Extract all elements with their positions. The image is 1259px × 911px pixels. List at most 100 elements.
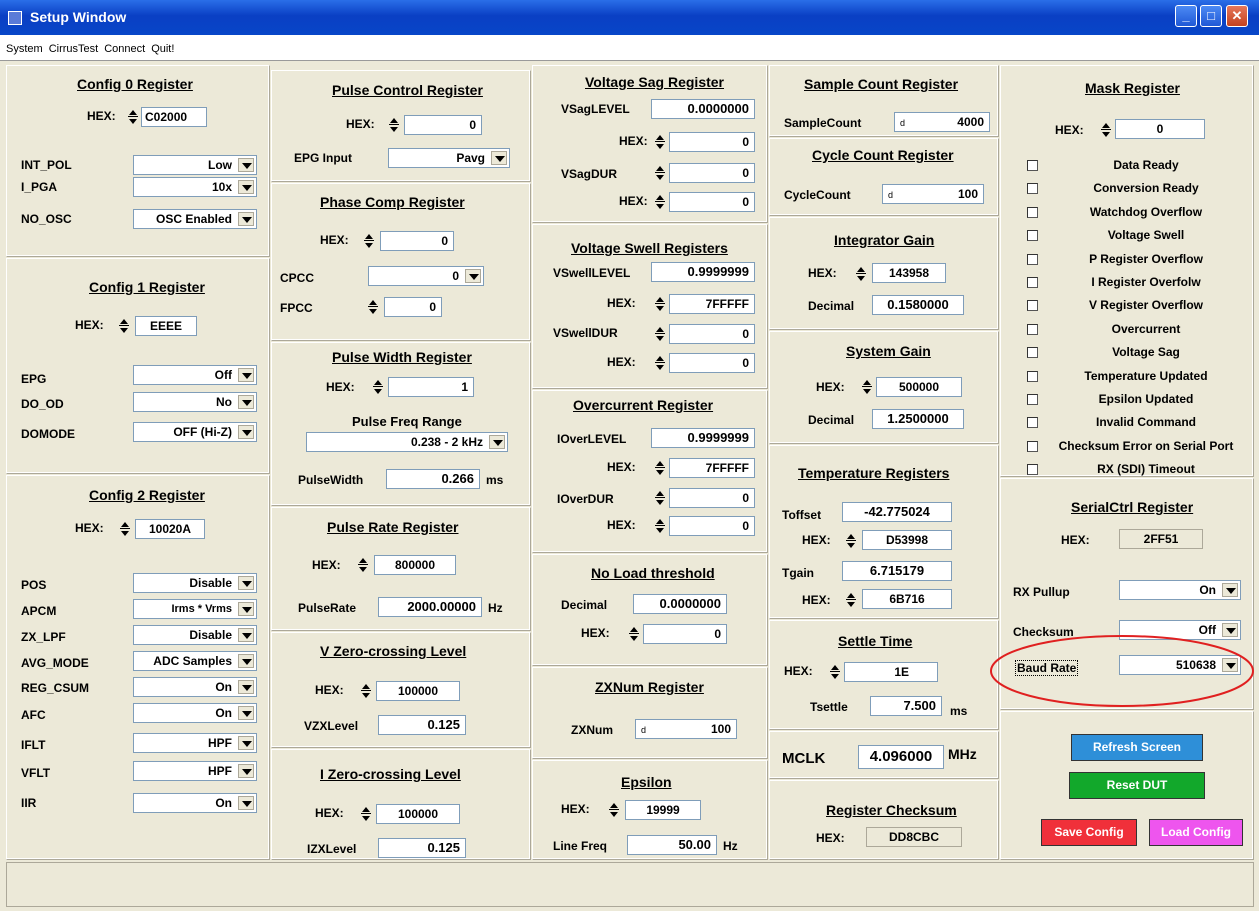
vswell-hex2-spinner[interactable] [655, 354, 666, 372]
epsilon-hex-field[interactable]: 19999 [625, 800, 701, 820]
vzero-hex-field[interactable]: 100000 [376, 681, 460, 701]
maximize-button[interactable]: □ [1200, 5, 1222, 27]
phase-comp-hex-spinner[interactable] [364, 232, 375, 250]
epg-dropdown[interactable]: Off [133, 365, 257, 385]
pulse-rate-field[interactable]: 2000.00000 [378, 597, 482, 617]
cycle-count-field[interactable]: d 100 [882, 184, 984, 204]
zxnum-field[interactable]: d 100 [635, 719, 737, 739]
integrator-decimal-field[interactable]: 0.1580000 [872, 295, 964, 315]
mask-checkbox[interactable] [1027, 230, 1038, 242]
mask-checkbox[interactable] [1027, 347, 1038, 359]
tgain-field[interactable]: 6.715179 [842, 561, 952, 581]
mask-checkbox[interactable] [1027, 160, 1038, 171]
i-pga-dropdown[interactable]: 10x [133, 177, 257, 197]
epg-input-dropdown[interactable]: Pavg [388, 148, 510, 168]
iover-hex2-field[interactable]: 0 [669, 516, 755, 536]
temp-hex1-field[interactable]: D53998 [862, 530, 952, 550]
refresh-screen-button[interactable]: Refresh Screen [1071, 734, 1203, 761]
temp-hex2-field[interactable]: 6B716 [862, 589, 952, 609]
izero-hex-field[interactable]: 100000 [376, 804, 460, 824]
pulse-control-hex-field[interactable]: 0 [404, 115, 482, 135]
pulse-rate-hex-spinner[interactable] [358, 556, 369, 574]
vsag-hex1-spinner[interactable] [655, 133, 666, 151]
pulse-width-field[interactable]: 0.266 [386, 469, 480, 489]
vflt-dropdown[interactable]: HPF [133, 761, 257, 781]
iflt-dropdown[interactable]: HPF [133, 733, 257, 753]
vzx-level-field[interactable]: 0.125 [378, 715, 466, 735]
domode-dropdown[interactable]: OFF (Hi-Z) [133, 422, 257, 442]
system-gain-hex-field[interactable]: 500000 [876, 377, 962, 397]
noload-hex-field[interactable]: 0 [643, 624, 727, 644]
noload-hex-spinner[interactable] [629, 625, 640, 643]
pulse-freq-range-dropdown[interactable]: 0.238 - 2 kHz [306, 432, 508, 452]
pulse-rate-hex-field[interactable]: 800000 [374, 555, 456, 575]
config1-hex-spinner[interactable] [119, 317, 130, 335]
mask-checkbox[interactable] [1027, 394, 1038, 405]
mask-hex-spinner[interactable] [1101, 121, 1112, 139]
menu-connect[interactable]: Connect [104, 43, 145, 55]
integrator-hex-spinner[interactable] [856, 265, 867, 283]
pulse-width-hex-spinner[interactable] [373, 378, 384, 396]
vswell-hex2-field[interactable]: 0 [669, 353, 755, 373]
do-od-dropdown[interactable]: No [133, 392, 257, 412]
vzero-hex-spinner[interactable] [361, 682, 372, 700]
integrator-hex-field[interactable]: 143958 [872, 263, 946, 283]
phase-comp-hex-field[interactable]: 0 [380, 231, 454, 251]
vswell-hex1-field[interactable]: 7FFFFF [669, 294, 755, 314]
config1-hex-field[interactable]: EEEE [135, 316, 197, 336]
settle-hex-spinner[interactable] [830, 663, 841, 681]
iover-hex1-field[interactable]: 7FFFFF [669, 458, 755, 478]
mask-checkbox[interactable] [1027, 323, 1038, 335]
fpcc-field[interactable]: 0 [384, 297, 442, 317]
afc-dropdown[interactable]: On [133, 703, 257, 723]
vswell-level-field[interactable]: 0.9999999 [651, 262, 755, 282]
cpcc-dropdown[interactable]: 0 [368, 266, 484, 286]
menu-system[interactable]: System [6, 43, 43, 55]
mask-checkbox[interactable] [1027, 370, 1038, 382]
no-osc-dropdown[interactable]: OSC Enabled [133, 209, 257, 229]
reg-csum-dropdown[interactable]: On [133, 677, 257, 697]
vsag-level-field[interactable]: 0.0000000 [651, 99, 755, 119]
iover-level-field[interactable]: 0.9999999 [651, 428, 755, 448]
sample-count-field[interactable]: d 4000 [894, 112, 990, 132]
config0-hex-field[interactable]: C02000 [141, 107, 207, 127]
apcm-dropdown[interactable]: Irms * Vrms [133, 599, 257, 619]
mask-checkbox[interactable] [1027, 253, 1038, 265]
temp-hex2-spinner[interactable] [846, 591, 857, 609]
mask-checkbox[interactable] [1027, 417, 1038, 429]
epsilon-hex-spinner[interactable] [609, 801, 620, 819]
mask-checkbox[interactable] [1027, 183, 1038, 195]
vsag-hex2-field[interactable]: 0 [669, 192, 755, 212]
save-config-button[interactable]: Save Config [1041, 819, 1137, 846]
toffset-field[interactable]: -42.775024 [842, 502, 952, 522]
noload-decimal-field[interactable]: 0.0000000 [633, 594, 727, 614]
temp-hex1-spinner[interactable] [846, 532, 857, 550]
system-gain-decimal-field[interactable]: 1.2500000 [872, 409, 964, 429]
menu-quit[interactable]: Quit! [151, 43, 174, 55]
iover-dur-field[interactable]: 0 [669, 488, 755, 508]
mask-checkbox[interactable] [1027, 464, 1038, 476]
tsettle-field[interactable]: 7.500 [870, 696, 942, 716]
line-freq-field[interactable]: 50.00 [627, 835, 717, 855]
minimize-button[interactable]: _ [1175, 5, 1197, 27]
vswell-dur-field[interactable]: 0 [669, 324, 755, 344]
iover-hex2-spinner[interactable] [655, 517, 666, 535]
menu-cirrustest[interactable]: CirrusTest [49, 43, 99, 55]
iover-dur-spinner[interactable] [655, 489, 666, 507]
pos-dropdown[interactable]: Disable [133, 573, 257, 593]
close-button[interactable]: ✕ [1226, 5, 1248, 27]
config2-hex-field[interactable]: 10020A [135, 519, 205, 539]
izx-level-field[interactable]: 0.125 [378, 838, 466, 858]
load-config-button[interactable]: Load Config [1149, 819, 1243, 846]
pulse-width-hex-field[interactable]: 1 [388, 377, 474, 397]
mask-checkbox[interactable] [1027, 206, 1038, 218]
vsag-dur-spinner[interactable] [655, 164, 666, 182]
config2-hex-spinner[interactable] [120, 520, 131, 538]
system-gain-hex-spinner[interactable] [862, 378, 873, 396]
vsag-hex2-spinner[interactable] [655, 193, 666, 211]
rx-pullup-dropdown[interactable]: On [1119, 580, 1241, 600]
reset-dut-button[interactable]: Reset DUT [1069, 772, 1205, 799]
config0-hex-spinner[interactable] [128, 108, 139, 126]
iover-hex1-spinner[interactable] [655, 459, 666, 477]
settle-hex-field[interactable]: 1E [844, 662, 938, 682]
